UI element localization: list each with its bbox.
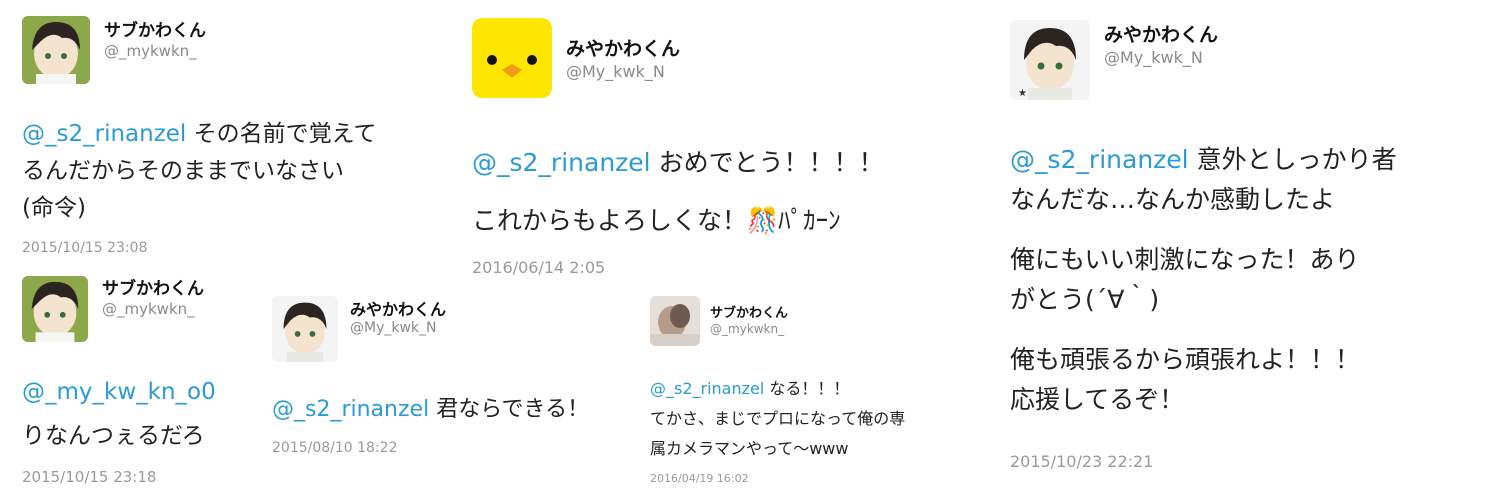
avatar-yellow-chick-icon[interactable]	[472, 18, 552, 98]
user-handle[interactable]: @My_kwk_N	[350, 320, 437, 336]
user-handle[interactable]: @My_kwk_N	[566, 62, 665, 81]
user-handle[interactable]: @_mykwkn_	[102, 300, 195, 318]
mention-link[interactable]: @_s2_rinanzel	[22, 121, 186, 147]
mention-link[interactable]: @_s2_rinanzel	[472, 148, 651, 177]
display-name[interactable]: みやかわくん	[350, 296, 446, 320]
mention-link[interactable]: @_my_kw_kn_o0	[22, 370, 216, 414]
tweet-timestamp[interactable]: 2016/04/19 16:02	[650, 472, 749, 485]
user-handle[interactable]: @_mykwkn_	[710, 322, 784, 336]
tweet-card-2[interactable]: みやかわくん @My_kwk_N @_s2_rinanzel おめでとう！！！！…	[450, 0, 990, 290]
tweet-text: @_s2_rinanzel おめでとう！！！！ これからもよろしくな！🎊ﾊﾟｶｰ…	[472, 148, 884, 235]
user-handle[interactable]: @_mykwkn_	[104, 42, 197, 60]
mention-link[interactable]: @_s2_rinanzel	[650, 379, 764, 398]
tweet-text: @_s2_rinanzel なる！！！ てかさ、まじでプロになって俺の専 属カメ…	[650, 379, 906, 458]
avatar-photo-icon[interactable]	[650, 296, 700, 346]
tweet-timestamp[interactable]: 2015/10/15 23:08	[22, 240, 148, 256]
tweet-card-3[interactable]: ★ みやかわくん @My_kwk_N @_s2_rinanzel 意外としっかり…	[990, 0, 1500, 500]
tweet-card-4[interactable]: サブかわくん @_mykwkn_ @_my_kw_kn_o0 りなんつぇるだろ …	[0, 262, 260, 500]
tweet-timestamp[interactable]: 2016/06/14 2:05	[472, 258, 605, 277]
tweet-text: @_s2_rinanzel 意外としっかり者 なんだな…なんか感動したよ 俺にも…	[1010, 145, 1397, 414]
svg-text:★: ★	[1018, 88, 1027, 99]
tweet-text: @_s2_rinanzel 君ならできる！	[272, 397, 590, 422]
display-name[interactable]: サブかわくん	[102, 274, 204, 299]
tweet-card-1[interactable]: サブかわくん @_mykwkn_ @_s2_rinanzel その名前で覚えて …	[0, 0, 450, 262]
tweet-card-6[interactable]: サブかわくん @_mykwkn_ @_s2_rinanzel なる！！！ てかさ…	[640, 290, 990, 500]
user-handle[interactable]: @My_kwk_N	[1104, 48, 1203, 67]
tweet-text: @_my_kw_kn_o0 りなんつぇるだろ	[22, 370, 216, 458]
avatar-anime-boy-icon[interactable]	[22, 16, 90, 84]
display-name[interactable]: みやかわくん	[1104, 20, 1218, 47]
mention-link[interactable]: @_s2_rinanzel	[1010, 145, 1189, 174]
display-name[interactable]: サブかわくん	[104, 16, 206, 41]
display-name[interactable]: サブかわくん	[710, 302, 788, 321]
mention-link[interactable]: @_s2_rinanzel	[272, 397, 429, 422]
tweet-text: @_s2_rinanzel その名前で覚えて るんだからそのままでいなさい (命…	[22, 121, 377, 221]
avatar-anime-boy-icon[interactable]: ★	[1010, 20, 1090, 100]
display-name[interactable]: みやかわくん	[566, 34, 680, 61]
tweet-card-5[interactable]: みやかわくん @My_kwk_N @_s2_rinanzel 君ならできる！ 2…	[260, 290, 640, 500]
avatar-anime-boy-icon[interactable]	[22, 276, 88, 342]
tweet-timestamp[interactable]: 2015/08/10 18:22	[272, 440, 398, 456]
tweet-timestamp[interactable]: 2015/10/23 22:21	[1010, 452, 1153, 471]
avatar-anime-boy-icon[interactable]	[272, 296, 338, 362]
tweet-timestamp[interactable]: 2015/10/15 23:18	[22, 468, 156, 486]
